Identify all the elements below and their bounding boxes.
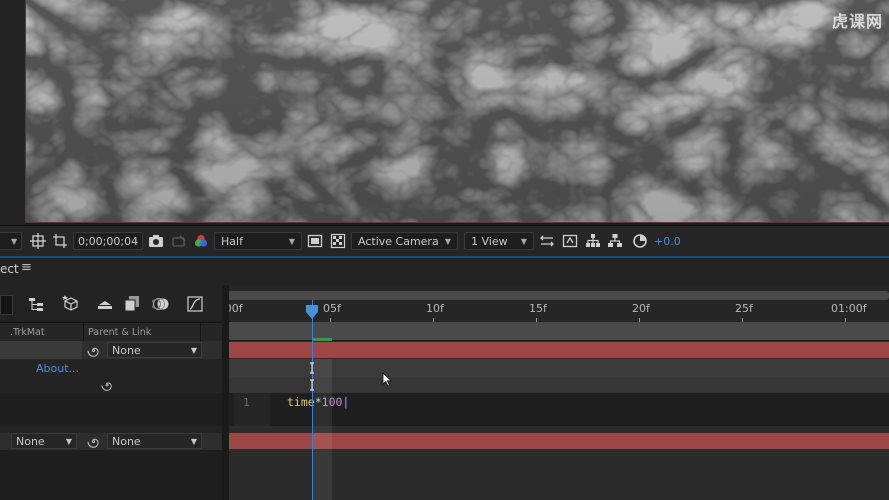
line-number: 1 [243,396,250,409]
hide-shy-layers-icon[interactable] [97,296,113,312]
time-navigator-bar[interactable] [226,291,889,300]
timeline-tab[interactable]: ect [0,262,19,276]
column-divider [83,323,84,341]
toggle-transparency-grid-icon[interactable] [330,233,346,249]
panel-menu-icon[interactable]: ≡ [21,260,32,275]
draft-3d-icon[interactable] [62,294,80,312]
transparency-grid-icon[interactable] [52,233,68,249]
expression-row-left [0,393,222,426]
layer-row[interactable]: None ▼ [0,341,222,359]
column-divider [200,323,201,341]
camera-snapshot-icon[interactable] [148,233,164,249]
exposure-value[interactable]: +0.0 [654,232,681,250]
view-layout-value: 1 View [471,234,508,248]
expression-gutter: 1 [234,393,270,426]
region-of-interest-icon[interactable] [30,233,46,249]
fast-draft-icon[interactable] [562,233,578,249]
flowchart-view-icon[interactable] [585,233,601,249]
chevron-down-icon: ▼ [520,236,527,246]
resolution-value: Half [221,234,243,248]
about-link[interactable]: About... [36,362,79,375]
watermark-logo: 虎课网 [832,8,883,32]
trkmat-column-header[interactable]: .TrkMat [10,327,45,338]
timeline-tab-bar [0,256,889,286]
property-row [0,377,222,393]
pick-whip-icon[interactable] [87,344,100,357]
view-layout-dropdown[interactable]: 1 View ▼ [464,232,534,250]
toggle-pixel-aspect-icon[interactable] [539,233,555,249]
fractal-noise-render [26,0,889,222]
viewer-toolbar: ▼ 0;00;00;04 Half ▼ Active Camera ▼ 1 Vi… [0,225,889,256]
magnification-dropdown[interactable]: ▼ [0,232,22,250]
composition-flowchart-icon[interactable] [607,233,623,249]
timecode-value: 0;00;00;04 [77,234,139,248]
frame-blending-icon[interactable] [124,295,141,312]
layer-duration-bar[interactable] [229,342,889,358]
timecode-search-field[interactable] [0,295,13,315]
ruler-label: 05f [323,302,341,315]
parent-value: None [112,343,141,357]
layer-column-headers: .TrkMat Parent & Link [0,322,222,341]
ruler-label: 20f [632,302,650,315]
parent-value: None [112,434,141,448]
chevron-down-icon: ▼ [288,236,295,246]
layer-row[interactable]: None ▼ None ▼ [0,433,222,450]
chevron-down-icon: ▼ [444,236,451,246]
code-keyword: time [287,395,315,409]
chevron-down-icon: ▼ [190,436,197,446]
ruler-label: 15f [529,302,547,315]
ruler-label: 01:00f [831,302,867,315]
panel-splitter[interactable] [222,285,229,500]
watermark-text: 虎课网 [831,12,883,31]
chevron-down-icon: ▼ [190,345,197,355]
composition-render [25,0,889,223]
ruler-label: 10f [426,302,444,315]
trkmat-cell[interactable] [0,341,82,359]
viewer-left-strip [0,0,25,225]
parent-dropdown[interactable]: None ▼ [107,342,202,358]
trkmat-value: None [16,434,45,448]
show-snapshot-icon[interactable] [171,233,187,249]
camera-view-value: Active Camera [358,234,439,248]
parent-link-column-header[interactable]: Parent & Link [88,327,151,338]
fast-previews-icon[interactable] [307,233,323,249]
trkmat-dropdown[interactable]: None ▼ [11,433,77,449]
resolution-dropdown[interactable]: Half ▼ [214,232,302,250]
chevron-down-icon: ▼ [65,436,72,446]
color-channels-icon[interactable] [193,233,209,249]
motion-blur-icon[interactable] [152,296,170,312]
chevron-down-icon: ▼ [11,236,18,246]
comp-mini-flowchart-icon[interactable] [28,296,44,312]
keyframe-marker-icon[interactable] [309,362,315,392]
current-time-indicator-line [312,300,313,500]
mouse-pointer-icon [382,372,392,387]
parent-dropdown[interactable]: None ▼ [107,433,202,449]
text-caret: | [342,395,350,409]
camera-view-dropdown[interactable]: Active Camera ▼ [351,232,458,250]
cached-frames-indicator [312,338,332,341]
effect-row: About... [0,359,222,377]
expression-pick-whip-icon[interactable] [101,379,113,391]
pick-whip-icon[interactable] [87,435,100,448]
timeline-switch-bar [0,285,222,321]
reset-exposure-icon[interactable] [632,233,648,249]
timecode-field[interactable]: 0;00;00;04 [73,232,143,250]
graph-editor-icon[interactable] [187,296,203,312]
ruler-label: 25f [735,302,753,315]
current-time-indicator-icon[interactable] [305,304,319,320]
current-frame-highlight [313,359,332,500]
